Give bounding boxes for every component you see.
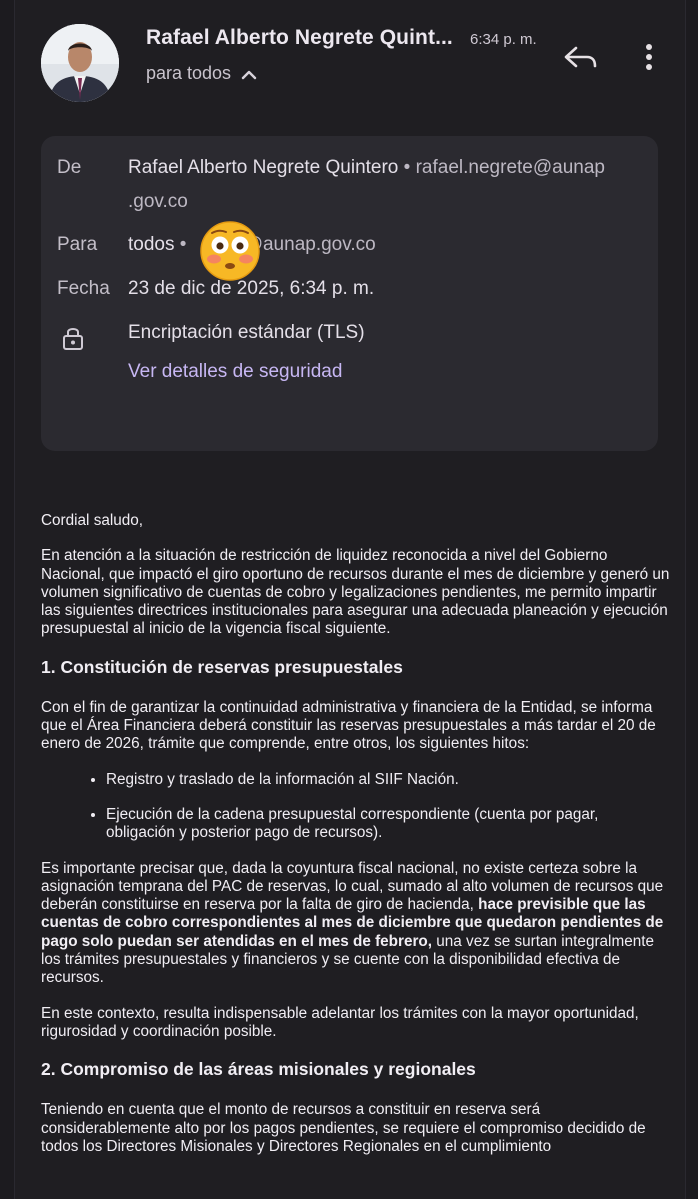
milestones-list: Registro y traslado de la información al… xyxy=(41,771,671,843)
sender-avatar[interactable] xyxy=(41,24,119,102)
lock-icon xyxy=(61,325,85,351)
body-paragraph-4: En este contexto, resulta indispensable … xyxy=(41,1004,639,1040)
greeting: Cordial saludo, xyxy=(41,512,144,529)
message-time: 6:34 p. m. xyxy=(470,31,537,48)
section-heading-1: 1. Constitución de reservas presupuestal… xyxy=(41,656,403,677)
message-details-card: De Rafael Alberto Negrete Quintero • raf… xyxy=(41,136,658,451)
from-label: De xyxy=(57,157,82,178)
section-heading-2: 2. Compromiso de las áreas misionales y … xyxy=(41,1059,476,1080)
chevron-up-icon xyxy=(241,70,257,79)
body-paragraph-3: Es importante precisar que, dada la coyu… xyxy=(41,860,671,988)
list-item: Registro y traslado de la información al… xyxy=(106,771,671,789)
from-email[interactable]: rafael.negrete@aunap xyxy=(416,157,605,178)
body-paragraph-5: Teniendo en cuenta que el monto de recur… xyxy=(41,1101,646,1155)
from-email-continued[interactable]: .gov.co xyxy=(128,191,188,213)
sender-name[interactable]: Rafael Alberto Negrete Quint... xyxy=(146,26,453,50)
body-paragraph-1: En atención a la situación de restricció… xyxy=(41,547,670,638)
encryption-value: Encriptación estándar (TLS) xyxy=(128,322,365,343)
email-body: Cordial saludo, En atención a la situaci… xyxy=(41,512,671,1173)
to-separator: • xyxy=(179,234,187,255)
to-name: todos xyxy=(128,234,175,255)
from-separator: • xyxy=(403,157,411,178)
recipients-toggle[interactable]: para todos xyxy=(146,63,257,84)
to-email[interactable]: @aunap.gov.co xyxy=(244,234,376,255)
security-details-link[interactable]: Ver detalles de seguridad xyxy=(128,361,342,383)
reply-button[interactable] xyxy=(561,40,601,76)
more-options-button[interactable] xyxy=(635,40,663,76)
to-label: Para xyxy=(57,234,98,255)
reply-icon xyxy=(564,46,597,68)
recipients-summary-label: para todos xyxy=(146,63,232,83)
from-value: Rafael Alberto Negrete Quintero • rafael… xyxy=(128,157,605,179)
body-paragraph-2: Con el fin de garantizar la continuidad … xyxy=(41,698,656,753)
email-view: Rafael Alberto Negrete Quint... 6:34 p. … xyxy=(14,0,686,1199)
date-label: Fecha xyxy=(57,278,110,299)
more-vert-icon xyxy=(646,44,652,70)
from-name: Rafael Alberto Negrete Quintero xyxy=(128,157,399,178)
list-item: Ejecución de la cadena presupuestal corr… xyxy=(106,806,671,843)
flushed-face-emoji-icon xyxy=(199,220,261,282)
